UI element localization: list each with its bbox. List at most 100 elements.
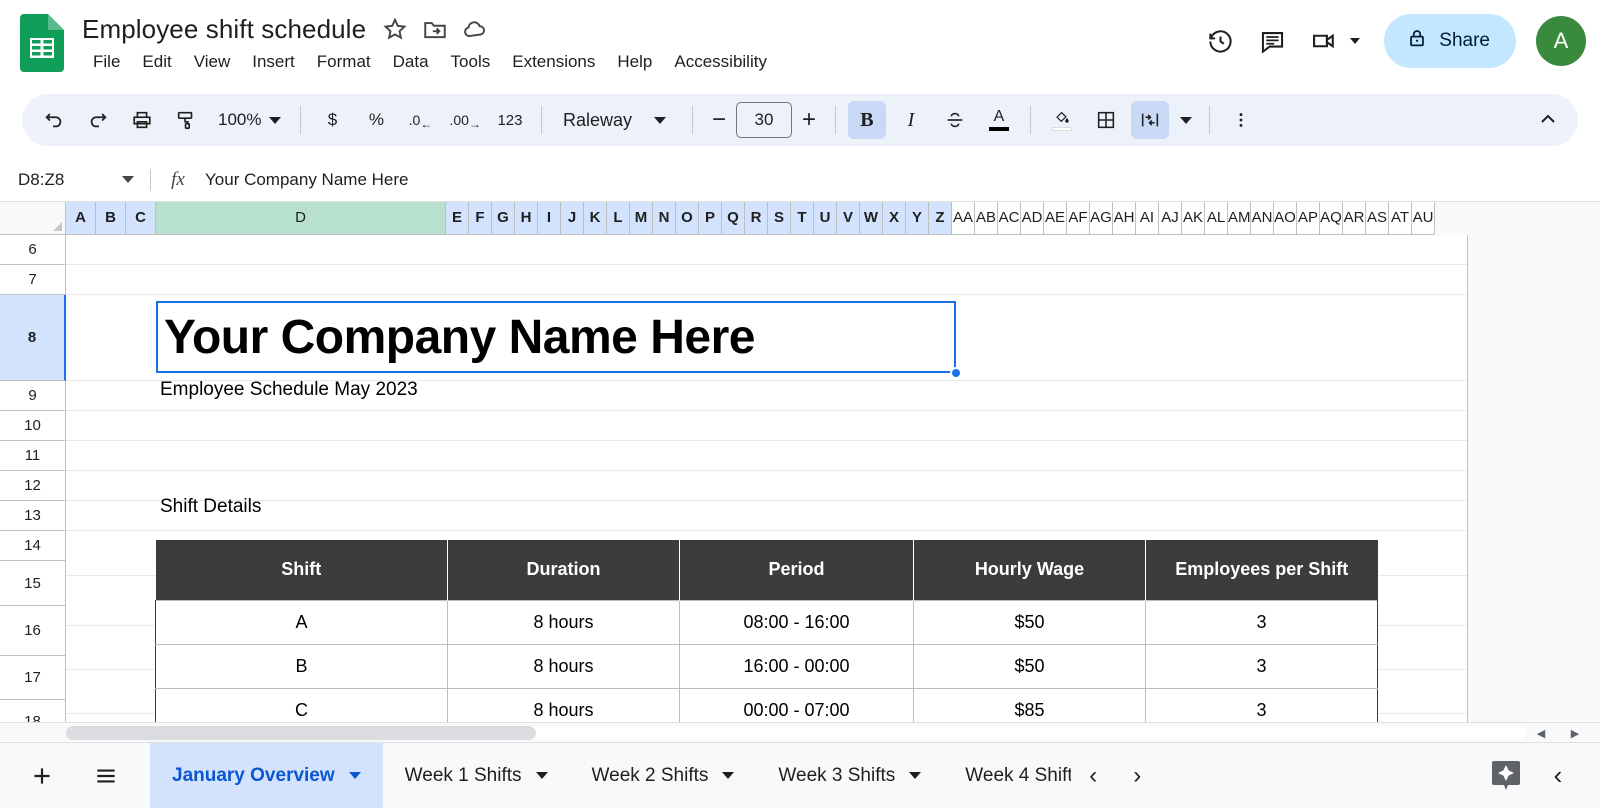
- row-header-8[interactable]: 8: [0, 295, 66, 381]
- column-header-ae[interactable]: AE: [1044, 202, 1067, 235]
- hscroll-thumb[interactable]: [66, 726, 536, 740]
- cell-canvas[interactable]: Your Company Name Here Employee Schedule…: [66, 235, 1468, 722]
- column-header-aa[interactable]: AA: [952, 202, 975, 235]
- add-sheet-icon[interactable]: [20, 754, 64, 798]
- sheet-tab-chevron-down-icon[interactable]: [349, 772, 361, 779]
- sheet-tab-week-1-shifts[interactable]: Week 1 Shifts: [383, 743, 570, 808]
- percent-format-button[interactable]: %: [357, 101, 395, 139]
- column-header-i[interactable]: I: [538, 202, 561, 235]
- row-header-6[interactable]: 6: [0, 235, 66, 265]
- cloud-saved-icon[interactable]: [462, 16, 488, 42]
- column-header-au[interactable]: AU: [1412, 202, 1435, 235]
- cell-hourly-wage[interactable]: $85: [914, 688, 1146, 722]
- number-format-button[interactable]: 123: [491, 101, 529, 139]
- sheet-tab-chevron-down-icon[interactable]: [909, 772, 921, 779]
- cell-employees[interactable]: 3: [1146, 688, 1378, 722]
- row-header-17[interactable]: 17: [0, 656, 66, 700]
- move-to-folder-icon[interactable]: [422, 16, 448, 42]
- column-header-y[interactable]: Y: [906, 202, 929, 235]
- italic-button[interactable]: I: [892, 101, 930, 139]
- cell-duration[interactable]: 8 hours: [448, 688, 680, 722]
- column-header-e[interactable]: E: [446, 202, 469, 235]
- column-header-ad[interactable]: AD: [1021, 202, 1044, 235]
- bold-button[interactable]: B: [848, 101, 886, 139]
- menu-edit[interactable]: Edit: [131, 48, 182, 76]
- column-header-a[interactable]: A: [66, 202, 96, 235]
- sheet-tab-week-4-shifts[interactable]: Week 4 Shifts: [943, 743, 1071, 808]
- cell-period[interactable]: 08:00 - 16:00: [680, 600, 914, 644]
- print-icon[interactable]: [123, 101, 161, 139]
- sheet-tab-chevron-down-icon[interactable]: [722, 772, 734, 779]
- column-header-ag[interactable]: AG: [1090, 202, 1113, 235]
- column-header-m[interactable]: M: [630, 202, 653, 235]
- column-header-z[interactable]: Z: [929, 202, 952, 235]
- currency-format-button[interactable]: $: [313, 101, 351, 139]
- column-header-f[interactable]: F: [469, 202, 492, 235]
- share-button[interactable]: Share: [1384, 14, 1516, 68]
- cell-shift[interactable]: A: [156, 600, 448, 644]
- comment-icon[interactable]: [1248, 17, 1296, 65]
- column-header-t[interactable]: T: [791, 202, 814, 235]
- cell-shift[interactable]: C: [156, 688, 448, 722]
- meet-video-icon[interactable]: [1300, 17, 1348, 65]
- increase-font-size-button[interactable]: +: [792, 103, 826, 137]
- select-all-corner[interactable]: [0, 202, 66, 235]
- cell-hourly-wage[interactable]: $50: [914, 600, 1146, 644]
- column-header-ac[interactable]: AC: [998, 202, 1021, 235]
- cell-period[interactable]: 16:00 - 00:00: [680, 644, 914, 688]
- star-icon[interactable]: [382, 16, 408, 42]
- hscroll-track[interactable]: [66, 726, 1526, 740]
- column-header-an[interactable]: AN: [1251, 202, 1274, 235]
- collapse-toolbar-icon[interactable]: [1528, 100, 1568, 140]
- next-sheet-button[interactable]: ›: [1115, 754, 1159, 798]
- text-color-button[interactable]: A: [980, 101, 1018, 139]
- menu-extensions[interactable]: Extensions: [501, 48, 606, 76]
- table-row[interactable]: A 8 hours 08:00 - 16:00 $50 3: [156, 600, 1378, 644]
- column-header-d[interactable]: D: [156, 202, 446, 235]
- row-header-18[interactable]: 18: [0, 700, 66, 722]
- cell-employees[interactable]: 3: [1146, 600, 1378, 644]
- redo-icon[interactable]: [79, 101, 117, 139]
- menu-help[interactable]: Help: [606, 48, 663, 76]
- fill-color-icon[interactable]: [1043, 101, 1081, 139]
- row-header-16[interactable]: 16: [0, 606, 66, 656]
- cell-duration[interactable]: 8 hours: [448, 600, 680, 644]
- menu-accessibility[interactable]: Accessibility: [663, 48, 778, 76]
- column-header-n[interactable]: N: [653, 202, 676, 235]
- column-header-k[interactable]: K: [584, 202, 607, 235]
- column-header-x[interactable]: X: [883, 202, 906, 235]
- scroll-left-arrow[interactable]: ◀: [1532, 724, 1550, 742]
- column-header-ai[interactable]: AI: [1136, 202, 1159, 235]
- menu-view[interactable]: View: [183, 48, 242, 76]
- column-header-w[interactable]: W: [860, 202, 883, 235]
- meet-chevron-down-icon[interactable]: [1350, 38, 1360, 44]
- cell-subtitle[interactable]: Employee Schedule May 2023: [160, 379, 418, 401]
- row-header-9[interactable]: 9: [0, 381, 66, 411]
- cell-section-label[interactable]: Shift Details: [160, 496, 261, 518]
- font-size-input[interactable]: 30: [736, 102, 792, 138]
- column-header-j[interactable]: J: [561, 202, 584, 235]
- cell-employees[interactable]: 3: [1146, 644, 1378, 688]
- column-header-at[interactable]: AT: [1389, 202, 1412, 235]
- sheet-tab-january-overview[interactable]: January Overview: [150, 743, 383, 808]
- google-sheets-logo[interactable]: [20, 14, 64, 72]
- cell-period[interactable]: 00:00 - 07:00: [680, 688, 914, 722]
- decrease-decimal-button[interactable]: .0 ←: [401, 101, 439, 139]
- more-options-icon[interactable]: [1222, 101, 1260, 139]
- font-family-selector[interactable]: Raleway: [551, 101, 683, 139]
- zoom-control[interactable]: 100%: [208, 101, 291, 139]
- column-header-ar[interactable]: AR: [1343, 202, 1366, 235]
- column-header-s[interactable]: S: [768, 202, 791, 235]
- menu-file[interactable]: File: [82, 48, 131, 76]
- all-sheets-menu-icon[interactable]: [84, 754, 128, 798]
- column-header-b[interactable]: B: [96, 202, 126, 235]
- column-header-ap[interactable]: AP: [1297, 202, 1320, 235]
- row-header-13[interactable]: 13: [0, 501, 66, 531]
- column-header-ao[interactable]: AO: [1274, 202, 1297, 235]
- column-header-c[interactable]: C: [126, 202, 156, 235]
- table-row[interactable]: C 8 hours 00:00 - 07:00 $85 3: [156, 688, 1378, 722]
- explore-sparkle-icon[interactable]: [1486, 756, 1526, 796]
- sheet-tab-chevron-down-icon[interactable]: [536, 772, 548, 779]
- column-header-l[interactable]: L: [607, 202, 630, 235]
- cell-duration[interactable]: 8 hours: [448, 644, 680, 688]
